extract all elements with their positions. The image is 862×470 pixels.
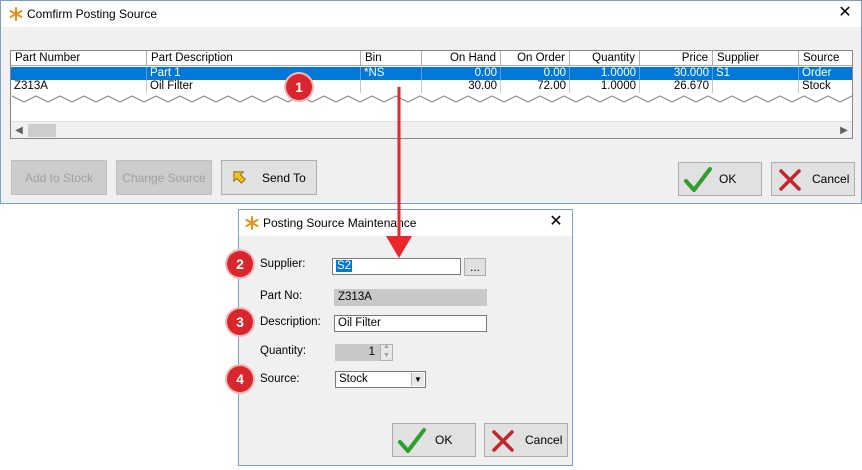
cell-supplier bbox=[713, 80, 799, 93]
close-icon[interactable]: ✕ bbox=[546, 212, 566, 232]
part-no-field: Z313A bbox=[334, 289, 487, 306]
supplier-browse-button[interactable]: ... bbox=[464, 258, 486, 276]
add-to-stock-button[interactable]: Add to Stock bbox=[11, 160, 107, 195]
cell-on-hand: 0.00 bbox=[422, 67, 501, 80]
quantity-stepper: 1 bbox=[335, 344, 380, 361]
change-source-button[interactable]: Change Source bbox=[116, 160, 212, 195]
quantity-label: Quantity: bbox=[260, 345, 307, 357]
description-label: Description: bbox=[260, 316, 321, 328]
cell-supplier: S1 bbox=[713, 67, 799, 80]
table-row[interactable]: Part 1 *NS 0.00 0.00 1.0000 30.000 S1 Or… bbox=[11, 67, 852, 80]
change-source-label: Change Source bbox=[122, 170, 206, 185]
app-star-icon bbox=[9, 7, 23, 21]
column-header-part-number[interactable]: Part Number bbox=[11, 51, 147, 66]
spin-up-icon: ▲ bbox=[383, 343, 390, 350]
confirm-posting-source-window: Comfirm Posting Source ✕ Part Number Par… bbox=[0, 0, 862, 204]
checkmark-icon bbox=[398, 428, 426, 453]
column-header-price[interactable]: Price bbox=[640, 51, 713, 66]
cancel-label: Cancel bbox=[812, 172, 850, 186]
spin-down-icon: ▼ bbox=[383, 352, 390, 359]
add-to-stock-label: Add to Stock bbox=[24, 170, 94, 185]
source-selected-value: Stock bbox=[339, 373, 368, 385]
title-bar: Comfirm Posting Source ✕ bbox=[1, 1, 861, 27]
browse-label: ... bbox=[469, 260, 480, 274]
callout-badge-1: 1 bbox=[286, 74, 312, 100]
table-row[interactable]: Z313A Oil Filter 30.00 72.00 1.0000 26.6… bbox=[11, 80, 852, 93]
cell-description: Oil Filter bbox=[147, 80, 361, 93]
column-header-source[interactable]: Source bbox=[799, 51, 852, 66]
cancel-button[interactable]: Cancel bbox=[484, 423, 568, 457]
cell-quantity: 1.0000 bbox=[570, 67, 640, 80]
posting-source-maintenance-window: Posting Source Maintenance ✕ Supplier: S… bbox=[238, 209, 573, 466]
cell-source: Stock bbox=[799, 80, 852, 93]
cell-price: 26.670 bbox=[640, 80, 713, 93]
send-to-icon bbox=[233, 171, 246, 184]
callout-badge-2: 2 bbox=[227, 251, 253, 277]
cell-part-number: Z313A bbox=[11, 80, 147, 93]
ok-label: OK bbox=[719, 172, 737, 186]
callout-badge-3: 3 bbox=[227, 309, 253, 335]
cell-on-order: 0.00 bbox=[501, 67, 570, 80]
column-header-on-hand[interactable]: On Hand bbox=[422, 51, 501, 66]
cancel-label: Cancel bbox=[525, 433, 563, 447]
cell-price: 30.000 bbox=[640, 67, 713, 80]
torn-edge-divider bbox=[12, 95, 852, 103]
window-title: Comfirm Posting Source bbox=[27, 7, 158, 21]
cell-bin bbox=[361, 80, 422, 93]
cell-source: Order bbox=[799, 67, 852, 80]
description-input[interactable]: Oil Filter bbox=[334, 315, 487, 332]
ok-button[interactable]: OK bbox=[678, 162, 762, 196]
cancel-button[interactable]: Cancel bbox=[771, 162, 855, 196]
quantity-spin-buttons: ▲ ▼ bbox=[380, 343, 393, 361]
callout-badge-4: 4 bbox=[227, 366, 253, 392]
app-star-icon bbox=[245, 216, 259, 230]
column-header-quantity[interactable]: Quantity bbox=[570, 51, 640, 66]
checkmark-icon bbox=[684, 167, 712, 192]
cancel-x-icon bbox=[492, 430, 514, 452]
source-label: Source: bbox=[260, 373, 300, 385]
cell-on-order: 72.00 bbox=[501, 80, 570, 93]
window-title: Posting Source Maintenance bbox=[263, 216, 417, 230]
scroll-left-icon[interactable]: ◀ bbox=[12, 123, 26, 138]
column-header-part-description[interactable]: Part Description bbox=[147, 51, 361, 66]
parts-grid[interactable]: Part Number Part Description Bin On Hand… bbox=[10, 50, 853, 139]
send-to-label: Send To bbox=[262, 170, 306, 185]
source-select[interactable]: Stock ▼ bbox=[335, 371, 426, 388]
send-to-button[interactable]: Send To bbox=[221, 160, 317, 195]
cell-description: Part 1 bbox=[147, 67, 361, 80]
cell-part-number bbox=[11, 67, 147, 80]
column-header-on-order[interactable]: On Order bbox=[501, 51, 570, 66]
horizontal-scrollbar[interactable]: ◀ ▶ bbox=[11, 121, 852, 138]
ok-button[interactable]: OK bbox=[392, 423, 476, 457]
supplier-value: S2 bbox=[336, 260, 353, 272]
cancel-x-icon bbox=[779, 169, 801, 191]
cell-quantity: 1.0000 bbox=[570, 80, 640, 93]
scroll-thumb[interactable] bbox=[28, 124, 56, 137]
scroll-right-icon[interactable]: ▶ bbox=[837, 123, 851, 138]
cell-on-hand: 30.00 bbox=[422, 80, 501, 93]
supplier-label: Supplier: bbox=[260, 258, 306, 270]
ok-label: OK bbox=[435, 433, 453, 447]
part-no-label: Part No: bbox=[260, 290, 303, 302]
cell-bin: *NS bbox=[361, 67, 422, 80]
supplier-input[interactable]: S2 bbox=[332, 258, 461, 275]
close-icon[interactable]: ✕ bbox=[835, 3, 855, 23]
title-bar: Posting Source Maintenance ✕ bbox=[239, 210, 572, 236]
dropdown-arrow-icon[interactable]: ▼ bbox=[411, 373, 424, 386]
column-header-bin[interactable]: Bin bbox=[361, 51, 422, 66]
column-header-supplier[interactable]: Supplier bbox=[713, 51, 799, 66]
